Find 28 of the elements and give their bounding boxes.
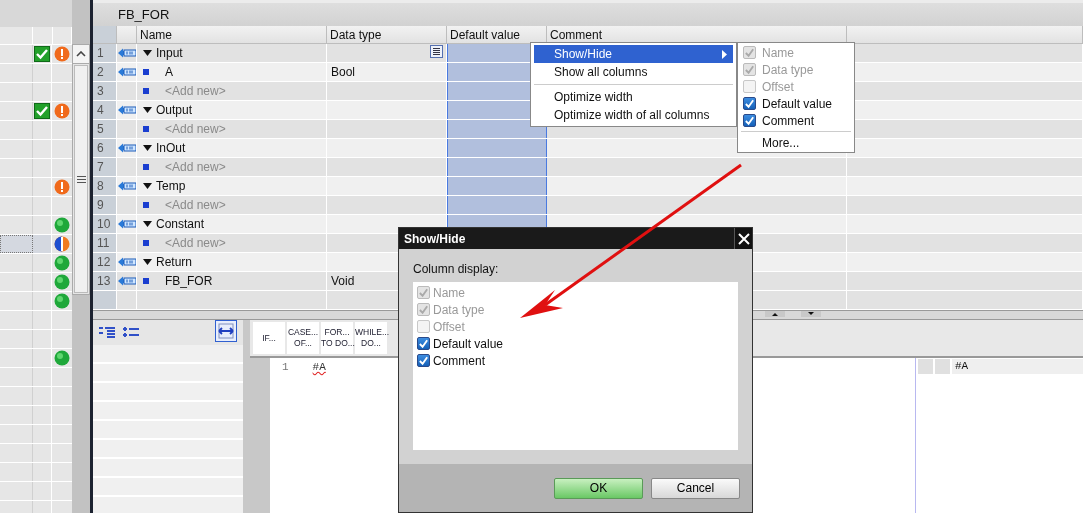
row-number: 10: [93, 215, 117, 233]
row-number: 5: [93, 120, 117, 138]
row-number: 11: [93, 234, 117, 252]
line-number: 1: [282, 361, 289, 373]
section-name: Temp: [156, 179, 186, 193]
section-name: Input: [156, 46, 183, 60]
section-name: InOut: [156, 141, 186, 155]
watch-value: #A: [952, 359, 1083, 374]
row-number: 6: [93, 139, 117, 157]
row-number: 12: [93, 253, 117, 271]
section-name: Constant: [156, 217, 205, 231]
row-number: 1: [93, 44, 117, 62]
section-name: Return: [156, 255, 193, 269]
row-number: 2: [93, 63, 117, 81]
row-number: 4: [93, 101, 117, 119]
tag-name: A: [164, 65, 173, 79]
code-text: #A: [312, 361, 326, 373]
row-number: 9: [93, 196, 117, 214]
row-number: 8: [93, 177, 117, 195]
row-number: 13: [93, 272, 117, 290]
section-name: Output: [156, 103, 193, 117]
data-type: Void: [331, 274, 355, 288]
row-number: 3: [93, 82, 117, 100]
block-title: FB_FOR: [118, 7, 170, 22]
row-number: 7: [93, 158, 117, 176]
dialog-title: Show/Hide: [404, 231, 466, 246]
tag-name: FB_FOR: [164, 274, 213, 288]
data-type: Bool: [331, 65, 356, 79]
